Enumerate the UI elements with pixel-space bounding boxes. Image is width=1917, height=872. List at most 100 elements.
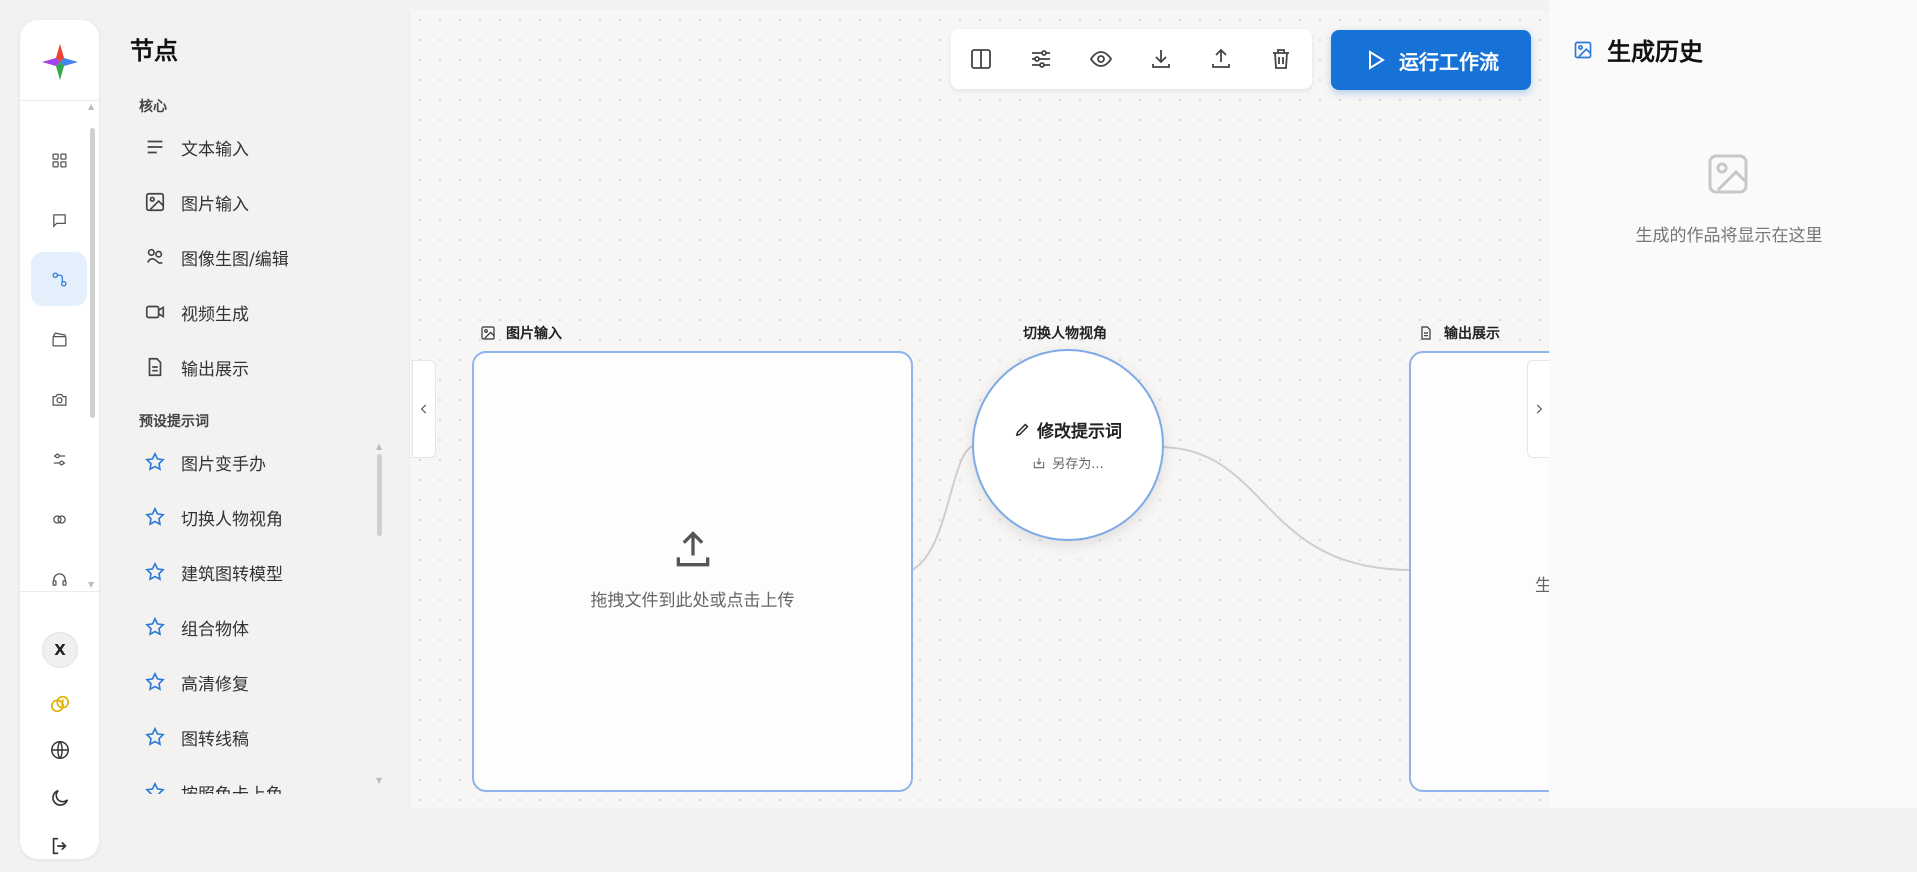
edge-image-to-prompt bbox=[911, 444, 976, 571]
globe-icon bbox=[51, 741, 69, 759]
upload-hint-text: 拖拽文件到此处或点击上传 bbox=[590, 591, 795, 611]
eye-icon bbox=[1089, 51, 1113, 67]
preset-list-clip: 按照色卡上色 bbox=[99, 772, 399, 794]
node-item-output-display[interactable]: 输出展示 bbox=[144, 352, 249, 382]
save-as-button[interactable]: 另存为... bbox=[974, 453, 1162, 472]
rail-settings-button[interactable] bbox=[31, 432, 87, 486]
upload-icon bbox=[676, 531, 709, 567]
palette-icon bbox=[146, 248, 163, 264]
collapse-left-panel-button[interactable] bbox=[412, 360, 436, 458]
preset-item-lineart[interactable]: 图转线稿 bbox=[144, 722, 249, 752]
rail-camera-button[interactable] bbox=[31, 372, 87, 426]
star-icon bbox=[145, 506, 165, 526]
workflow-canvas[interactable]: 运行工作流 图片输入 拖拽文件到此处或点击上传 切换人物视角 修改提示词 另存为… bbox=[409, 10, 1549, 808]
preset-item-architecture-model[interactable]: 建筑图转模型 bbox=[144, 557, 283, 587]
download-button[interactable] bbox=[1146, 44, 1176, 74]
canvas-toolbar bbox=[951, 29, 1312, 89]
edit-prompt-button[interactable]: 修改提示词 bbox=[974, 417, 1162, 442]
output-node-title: 输出展示 bbox=[1444, 326, 1500, 342]
save-as-label: 另存为... bbox=[1052, 457, 1104, 472]
history-empty-text: 生成的作品将显示在这里 bbox=[1635, 226, 1823, 246]
nodes-panel: 节点 核心 文本输入 图片输入 图像生图/编辑 视频生成 输出展示 预设提示词 … bbox=[99, 10, 409, 810]
panel-scroll-up-icon[interactable]: ▲ bbox=[376, 442, 382, 451]
grid-icon bbox=[51, 152, 67, 168]
rail-support-button[interactable] bbox=[31, 552, 87, 606]
language-button[interactable] bbox=[42, 732, 78, 768]
user-avatar[interactable]: X bbox=[42, 632, 78, 668]
prompt-node-title: 切换人物视角 bbox=[1023, 326, 1107, 342]
star-icon bbox=[145, 561, 165, 581]
chat-icon bbox=[52, 213, 66, 228]
output-placeholder-text: 生 bbox=[1535, 571, 1549, 596]
rail-dashboard-button[interactable] bbox=[31, 133, 87, 187]
camera-icon bbox=[51, 393, 67, 406]
chevron-right-icon bbox=[1536, 404, 1543, 414]
edit-prompt-label: 修改提示词 bbox=[1037, 422, 1122, 442]
clapperboard-icon bbox=[51, 331, 67, 347]
nodes-panel-title: 节点 bbox=[130, 37, 178, 65]
rail-scroll-up-icon[interactable]: ▲ bbox=[88, 102, 94, 111]
panel-scroll-down-icon[interactable]: ▼ bbox=[376, 776, 382, 785]
prompt-node[interactable]: 修改提示词 另存为... bbox=[972, 349, 1164, 541]
link-icon bbox=[52, 514, 66, 524]
node-item-label: 图像生图/编辑 bbox=[181, 249, 289, 270]
preset-item-color-card[interactable]: 按照色卡上色 bbox=[144, 777, 283, 794]
app-logo-icon[interactable] bbox=[40, 42, 80, 82]
image-node-header: 图片输入 bbox=[480, 323, 562, 343]
coins-icon bbox=[50, 695, 70, 713]
preset-item-label: 图片变手办 bbox=[181, 454, 266, 475]
settings-button[interactable] bbox=[1026, 44, 1056, 74]
preset-item-hd-restore[interactable]: 高清修复 bbox=[144, 667, 249, 697]
delete-button[interactable] bbox=[1266, 44, 1296, 74]
star-icon bbox=[145, 616, 165, 636]
toggle-panel-button[interactable] bbox=[966, 44, 996, 74]
workflow-icon bbox=[51, 271, 67, 287]
rail-chat-button[interactable] bbox=[31, 193, 87, 247]
document-icon bbox=[148, 357, 162, 377]
preset-item-label: 组合物体 bbox=[181, 619, 249, 640]
rail-workflow-button[interactable] bbox=[31, 252, 87, 306]
node-item-image-input[interactable]: 图片输入 bbox=[144, 187, 249, 217]
logout-icon bbox=[52, 837, 67, 855]
rail-scrollbar[interactable] bbox=[90, 128, 95, 418]
node-item-video-generate[interactable]: 视频生成 bbox=[144, 297, 249, 327]
image-input-node[interactable]: 拖拽文件到此处或点击上传 bbox=[472, 351, 913, 792]
collapse-right-panel-button[interactable] bbox=[1527, 360, 1549, 458]
video-icon bbox=[145, 305, 165, 319]
star-icon bbox=[145, 726, 165, 746]
logout-button[interactable] bbox=[42, 828, 78, 864]
run-workflow-label: 运行工作流 bbox=[1399, 49, 1499, 74]
star-icon bbox=[145, 671, 165, 691]
rail-link-button[interactable] bbox=[31, 492, 87, 546]
rail-video-button[interactable] bbox=[31, 312, 87, 366]
preset-item-switch-view[interactable]: 切换人物视角 bbox=[144, 502, 283, 532]
edge-prompt-to-output bbox=[1161, 446, 1412, 571]
rail-scroll-down-icon[interactable]: ▼ bbox=[88, 580, 94, 589]
preset-item-label: 切换人物视角 bbox=[181, 509, 283, 530]
preview-button[interactable] bbox=[1086, 44, 1116, 74]
core-section-label: 核心 bbox=[139, 99, 167, 115]
theme-toggle-button[interactable] bbox=[42, 780, 78, 816]
nodes-panel-scrollbar[interactable] bbox=[377, 454, 382, 536]
history-panel: 生成历史 生成的作品将显示在这里 bbox=[1549, 0, 1917, 808]
run-workflow-button[interactable]: 运行工作流 bbox=[1331, 30, 1531, 90]
preset-item-combine-objects[interactable]: 组合物体 bbox=[144, 612, 249, 642]
upload-button[interactable] bbox=[1206, 44, 1236, 74]
moon-icon bbox=[52, 789, 69, 806]
icon-rail: ▲ ▼ X bbox=[20, 20, 99, 859]
node-item-image-generate[interactable]: 图像生图/编辑 bbox=[144, 242, 289, 272]
preset-item-figure[interactable]: 图片变手办 bbox=[144, 447, 266, 477]
preset-item-label: 建筑图转模型 bbox=[181, 564, 283, 585]
chevron-left-icon bbox=[420, 404, 427, 414]
credits-button[interactable] bbox=[42, 686, 78, 722]
panel-layout-icon bbox=[971, 49, 991, 69]
history-title-text: 生成历史 bbox=[1607, 38, 1703, 66]
download-icon bbox=[1152, 50, 1170, 68]
history-panel-title: 生成历史 bbox=[1573, 32, 1703, 67]
node-item-label: 视频生成 bbox=[181, 304, 249, 325]
node-item-label: 文本输入 bbox=[181, 139, 249, 160]
preset-section-label: 预设提示词 bbox=[139, 414, 209, 430]
sliders-icon bbox=[1032, 50, 1050, 68]
node-item-text-input[interactable]: 文本输入 bbox=[144, 132, 249, 162]
upload-dropzone[interactable]: 拖拽文件到此处或点击上传 bbox=[474, 528, 911, 611]
